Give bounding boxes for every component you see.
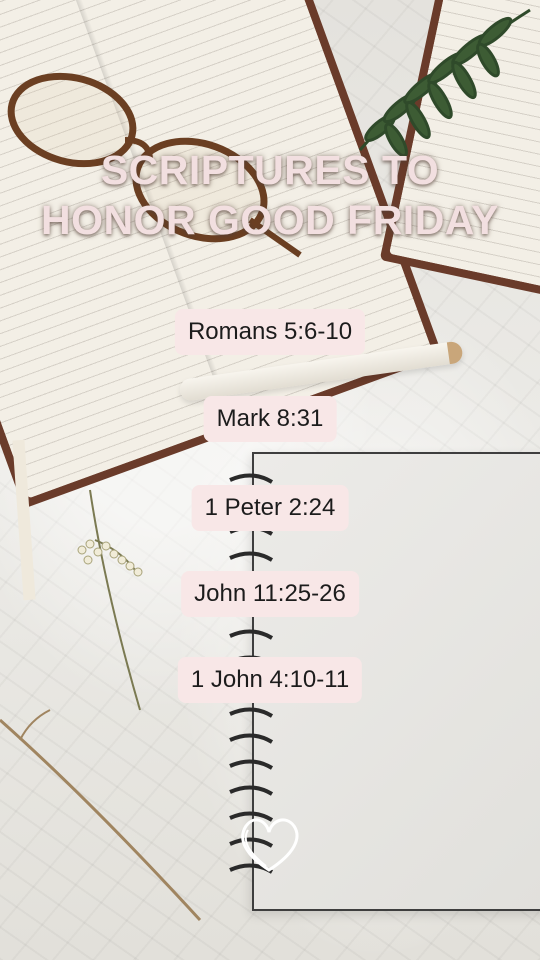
scripture-pill-1-peter: 1 Peter 2:24 xyxy=(191,485,349,531)
scripture-pill-mark: Mark 8:31 xyxy=(203,396,337,442)
flower-icon xyxy=(77,489,143,711)
dried-stem xyxy=(0,709,202,922)
scripture-pill-1-john: 1 John 4:10-11 xyxy=(177,657,363,703)
title-line-2: HONOR GOOD FRIDAY xyxy=(40,197,500,243)
scripture-pill-romans: Romans 5:6-10 xyxy=(174,309,366,355)
scripture-pill-john: John 11:25-26 xyxy=(181,571,359,617)
page-title: SCRIPTURES TO HONOR GOOD FRIDAY xyxy=(0,145,540,245)
background-photo xyxy=(0,0,540,960)
heart-icon xyxy=(241,818,299,872)
title-line-1: SCRIPTURES TO xyxy=(100,147,440,193)
